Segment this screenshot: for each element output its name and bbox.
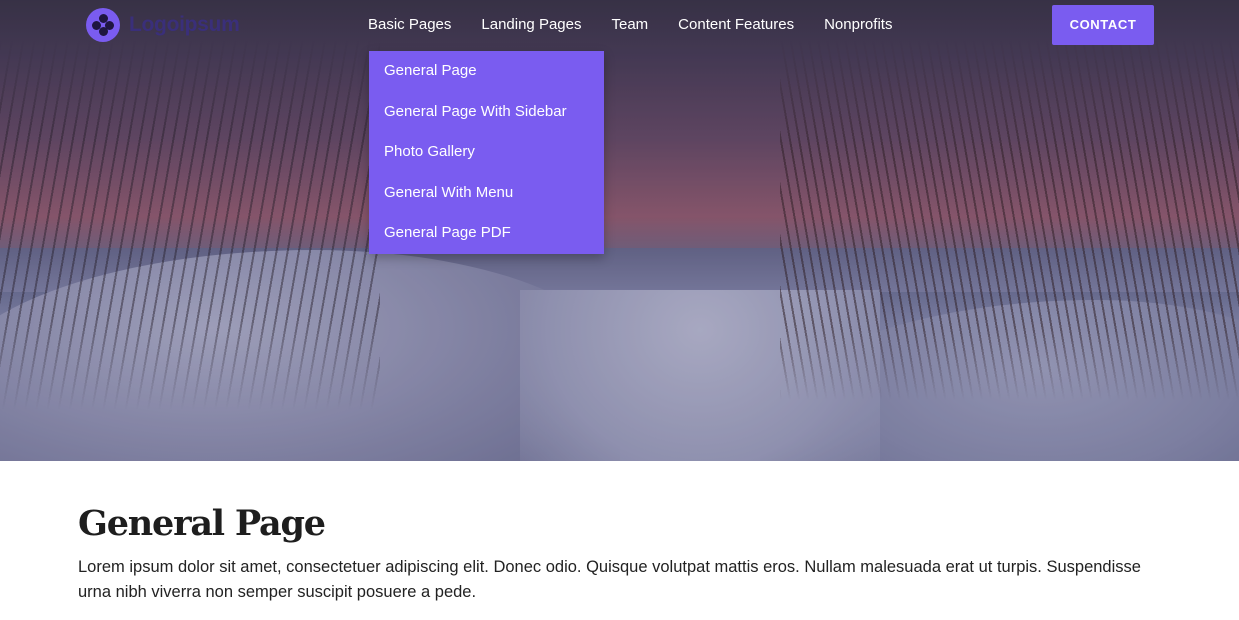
site-header: Logoipsum Basic Pages Landing Pages Team… xyxy=(0,0,1239,50)
dropdown-item-general-page-with-sidebar[interactable]: General Page With Sidebar xyxy=(369,92,604,133)
nav-item-landing-pages[interactable]: Landing Pages xyxy=(481,15,581,35)
basic-pages-dropdown: General Page General Page With Sidebar P… xyxy=(369,51,604,254)
dropdown-item-general-with-menu[interactable]: General With Menu xyxy=(369,173,604,214)
dropdown-item-photo-gallery[interactable]: Photo Gallery xyxy=(369,132,604,173)
dropdown-item-general-page-pdf[interactable]: General Page PDF xyxy=(369,213,604,254)
logo-mark-icon xyxy=(86,8,120,42)
nav-item-content-features[interactable]: Content Features xyxy=(678,15,794,35)
main-content: General Page Lorem ipsum dolor sit amet,… xyxy=(78,503,1168,605)
contact-button[interactable]: CONTACT xyxy=(1052,5,1154,45)
main-nav: Basic Pages Landing Pages Team Content F… xyxy=(368,15,922,35)
nav-item-team[interactable]: Team xyxy=(611,15,648,35)
page-body-text: Lorem ipsum dolor sit amet, consectetuer… xyxy=(78,558,1141,601)
logo-text: Logoipsum xyxy=(129,13,240,36)
page-title: General Page xyxy=(78,503,326,544)
logo-link[interactable]: Logoipsum xyxy=(86,8,240,42)
nav-item-basic-pages[interactable]: Basic Pages xyxy=(368,15,451,35)
hero-overlay xyxy=(0,0,1239,461)
dropdown-item-general-page[interactable]: General Page xyxy=(369,51,604,92)
nav-item-nonprofits[interactable]: Nonprofits xyxy=(824,15,892,35)
hero-image xyxy=(0,0,1239,461)
